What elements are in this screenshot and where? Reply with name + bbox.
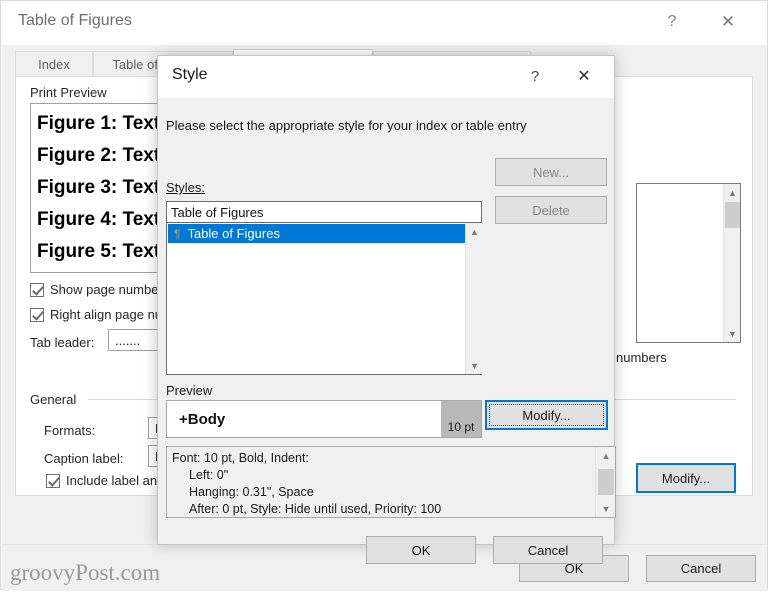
screen-root: Table of Figures ? ✕ Index Table of Cont… (0, 0, 768, 600)
style-cancel-label: Cancel (527, 542, 569, 558)
print-preview-label-text: Print Preview (30, 85, 107, 100)
print-preview-label: Print Preview (30, 85, 107, 100)
scrollbar-thumb[interactable] (725, 202, 740, 228)
caption-label-label: Caption label: (44, 451, 124, 466)
preview-font-box: +Body 10 pt (166, 400, 482, 438)
new-style-button[interactable]: New... (495, 158, 607, 186)
styles-listbox[interactable]: ¶ Table of Figures ▲ ▼ (166, 223, 482, 375)
new-style-label: New... (532, 164, 570, 180)
checkbox-box[interactable] (30, 282, 44, 297)
style-modify-inner: Modify... (489, 404, 604, 426)
web-preview-scrollbar[interactable]: ▲ ▼ (723, 184, 740, 342)
style-description-box: Font: 10 pt, Bold, Indent: Left: 0" Hang… (166, 446, 616, 518)
styles-label: Styles: (166, 180, 206, 195)
tab-index-label: Index (38, 57, 70, 72)
style-instruction: Please select the appropriate style for … (166, 118, 527, 133)
delete-style-button[interactable]: Delete (495, 196, 607, 224)
description-line: Hanging: 0.31", Space (189, 485, 314, 499)
formats-label: Formats: (44, 423, 96, 438)
preview-font-name: +Body (179, 411, 226, 428)
background-modify-button[interactable]: Modify... (636, 463, 736, 493)
help-icon[interactable]: ? (655, 7, 689, 37)
scroll-up-icon[interactable]: ▲ (724, 184, 741, 201)
checkbox-show-page-numbers-label: Show page numbers (50, 282, 170, 297)
description-line: After: 0 pt, Style: Hide until used, Pri… (189, 502, 442, 516)
styles-listbox-scrollbar[interactable]: ▲ ▼ (465, 223, 482, 374)
background-cancel-button[interactable]: Cancel (646, 555, 756, 582)
background-cancel-label: Cancel (680, 561, 722, 576)
description-line: Left: 0" (189, 468, 229, 482)
style-dialog-title: Style (172, 66, 208, 83)
style-modify-label: Modify... (522, 407, 571, 423)
scroll-up-icon[interactable]: ▲ (466, 223, 483, 240)
style-dialog: Style ? ✕ Please select the appropriate … (157, 55, 616, 564)
style-modify-button[interactable]: Modify... (485, 400, 608, 430)
checkbox-show-page-numbers[interactable]: Show page numbers (30, 282, 169, 297)
description-line: Font: 10 pt, Bold, Indent: (172, 451, 309, 465)
list-item[interactable]: ¶ Table of Figures (168, 224, 465, 243)
style-dialog-titlebar: Style ? ✕ (158, 56, 614, 98)
scroll-down-icon[interactable]: ▼ (596, 500, 615, 517)
general-group-label: General (30, 392, 77, 407)
close-icon[interactable]: ✕ (711, 7, 745, 37)
delete-style-label: Delete (532, 202, 570, 218)
tab-leader-label: Tab leader: (30, 335, 95, 350)
styles-input-value: Table of Figures (171, 204, 264, 220)
background-dialog-title: Table of Figures (18, 12, 132, 29)
preview-label: Preview (166, 383, 213, 398)
close-icon[interactable]: ✕ (568, 62, 600, 90)
background-modify-label: Modify... (661, 470, 711, 486)
styles-input[interactable]: Table of Figures (166, 201, 482, 223)
web-preview-numbers-text: numbers (616, 350, 667, 365)
checkbox-box[interactable] (30, 307, 44, 322)
pilcrow-icon: ¶ (174, 226, 181, 241)
scroll-up-icon[interactable]: ▲ (596, 447, 615, 464)
style-dialog-body: Please select the appropriate style for … (158, 98, 616, 564)
list-item-label: Table of Figures (187, 226, 280, 241)
web-preview-listbox[interactable]: ▲ ▼ (636, 183, 741, 343)
style-description-text: Font: 10 pt, Bold, Indent: Left: 0" Hang… (167, 447, 597, 517)
help-icon[interactable]: ? (520, 62, 550, 90)
tab-index[interactable]: Index (15, 51, 93, 77)
description-scrollbar[interactable]: ▲ ▼ (595, 447, 615, 517)
style-ok-button[interactable]: OK (366, 536, 476, 564)
scrollbar-thumb[interactable] (598, 469, 614, 495)
scroll-down-icon[interactable]: ▼ (466, 357, 483, 374)
tab-leader-value: ....... (115, 332, 141, 348)
watermark: groovyPost.com (10, 560, 161, 585)
checkbox-box[interactable] (46, 473, 60, 488)
preview-font-size: 10 pt (441, 401, 481, 437)
background-dialog-titlebar: Table of Figures ? ✕ (1, 1, 767, 45)
style-ok-label: OK (411, 542, 431, 558)
style-cancel-button[interactable]: Cancel (493, 536, 603, 564)
scroll-down-icon[interactable]: ▼ (724, 325, 741, 342)
